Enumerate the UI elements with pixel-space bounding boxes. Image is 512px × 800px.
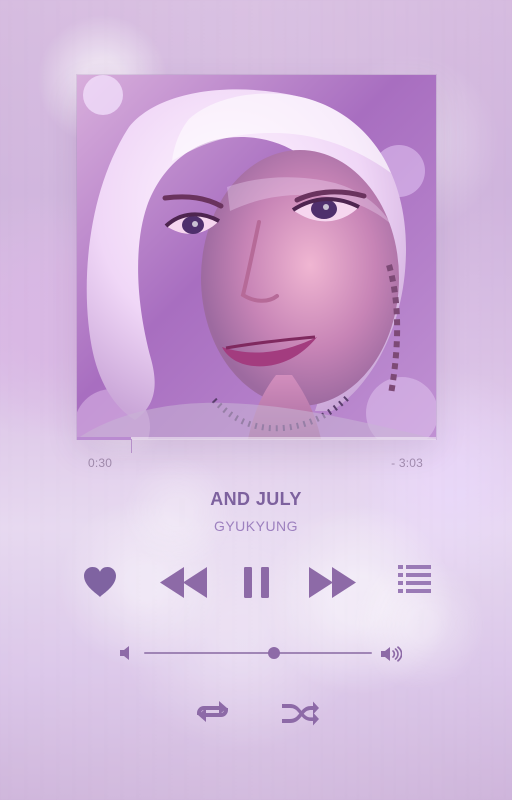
shuffle-icon[interactable] [280,696,320,727]
pause-icon[interactable] [241,563,272,602]
elapsed-time: 0:30 [88,456,113,470]
forward-icon[interactable] [306,563,359,602]
album-art [77,75,436,439]
volume-slider[interactable] [144,652,372,654]
repeat-icon[interactable] [194,696,231,727]
volume-high-icon[interactable] [380,645,402,663]
volume-low-icon[interactable] [119,645,135,661]
artist-name: GYUKYUNG [213,518,299,534]
rewind-icon[interactable] [157,563,210,602]
progress-marker [131,439,132,453]
volume-knob[interactable] [267,647,280,659]
remaining-time: - 3:03 [391,456,423,470]
progress-fill [77,437,131,440]
playlist-icon[interactable] [397,562,432,596]
track-title: AND JULY [210,489,302,509]
heart-icon[interactable] [82,565,118,599]
